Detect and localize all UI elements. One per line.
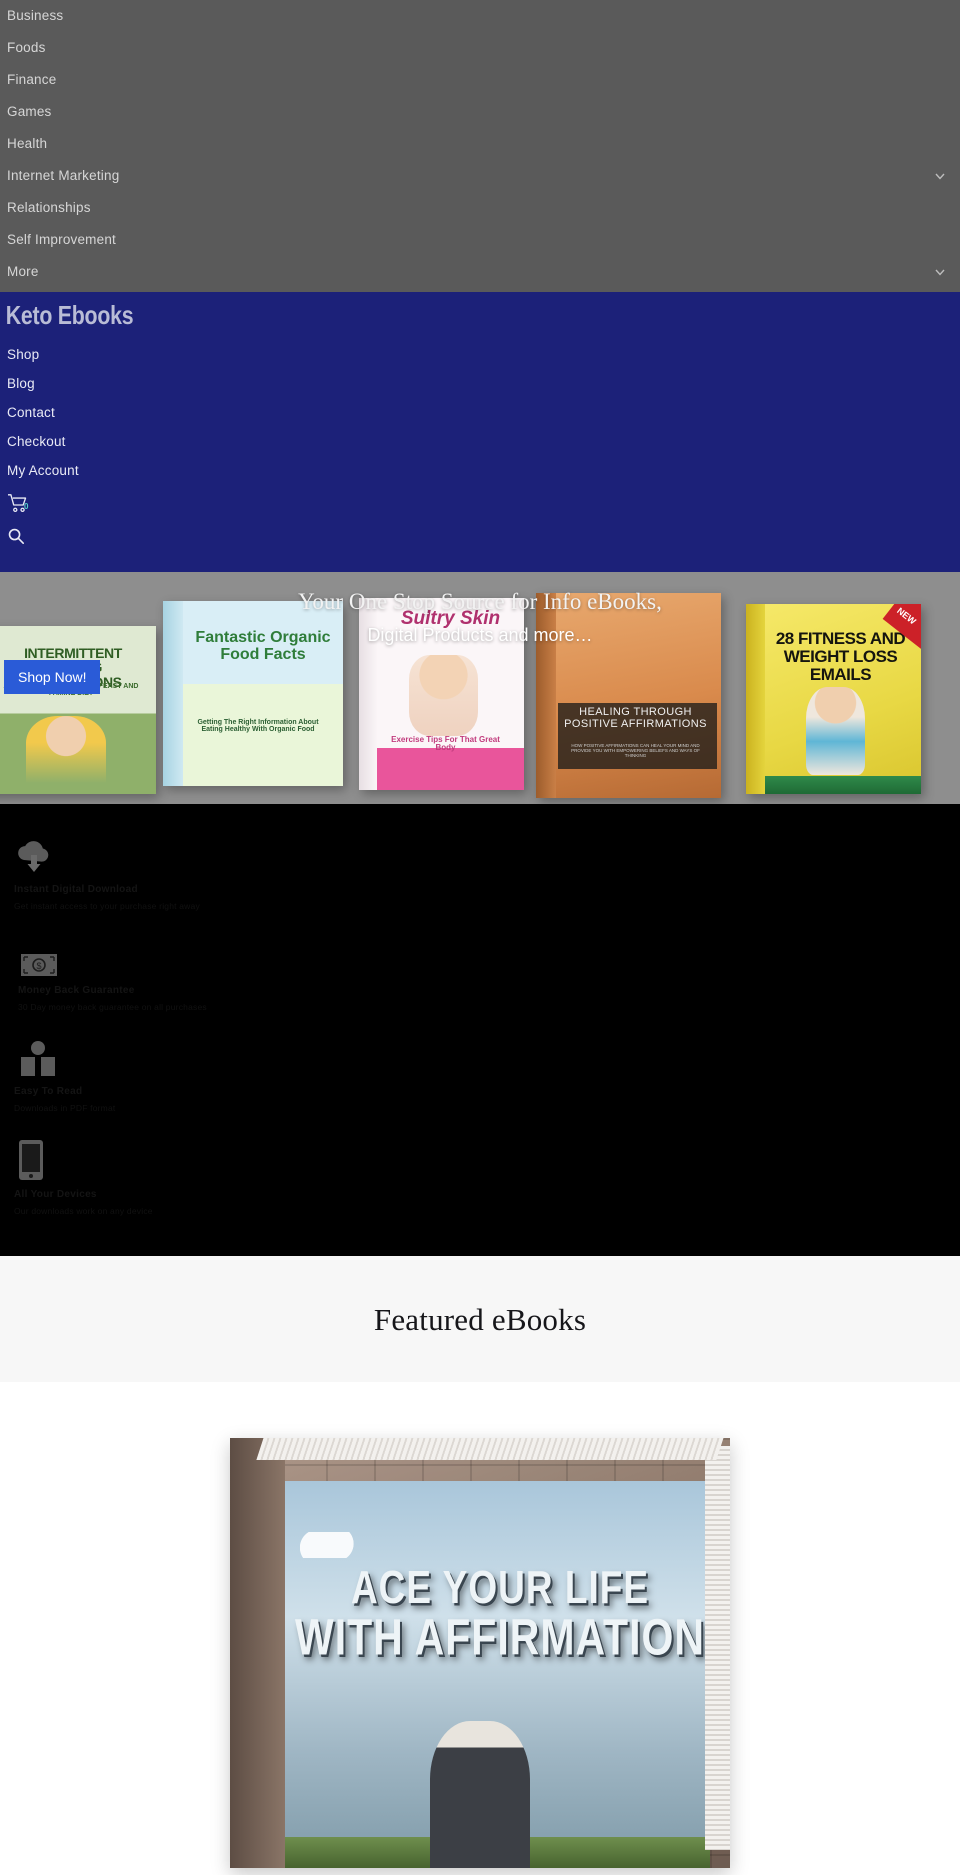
open-book-icon	[14, 1038, 960, 1078]
category-label: Internet Marketing	[7, 168, 120, 184]
category-label: Games	[7, 104, 52, 120]
category-item-relationships[interactable]: Relationships	[0, 192, 960, 224]
hero-book-5-title: 28 FITNESS AND WEIGHT LOSS EMAILS	[775, 629, 906, 684]
hero-book-4[interactable]: HEALING THROUGH POSITIVE AFFIRMATIONS HO…	[536, 572, 740, 804]
hero-book-4-subtitle: HOW POSITIVE AFFIRMATIONS CAN HEAL YOUR …	[571, 743, 700, 758]
featured-products: ACE YOUR LIFE WITH AFFIRMATION	[0, 1381, 960, 1868]
category-label: Foods	[7, 40, 46, 56]
category-label: Self Improvement	[7, 232, 116, 248]
category-item-foods[interactable]: Foods	[0, 32, 960, 64]
chevron-down-icon[interactable]	[934, 170, 946, 182]
category-label: Business	[7, 8, 64, 24]
features-section: Instant Digital Download Get instant acc…	[0, 803, 960, 1256]
product-cover-line2: WITH AFFIRMATION	[295, 1607, 705, 1666]
feature-title: Easy To Read	[14, 1085, 83, 1097]
chevron-down-icon[interactable]	[934, 266, 946, 278]
category-label: Relationships	[7, 200, 91, 216]
feature-title: All Your Devices	[14, 1188, 97, 1200]
hero-book-2[interactable]: Fantastic Organic Food Facts Getting The…	[163, 572, 365, 804]
product-cover-line1: ACE YOUR LIFE	[350, 1561, 650, 1613]
cart-count-badge: 0	[24, 501, 29, 511]
hero-book-2-subtitle: Getting The Right Information About Eati…	[197, 718, 319, 734]
feature-title: Instant Digital Download	[14, 883, 138, 895]
category-item-games[interactable]: Games	[0, 96, 960, 128]
category-label: More	[7, 264, 39, 280]
book-page-edge	[705, 1446, 730, 1851]
category-item-business[interactable]: Business	[0, 0, 960, 32]
site-logo[interactable]: Keto Ebooks	[0, 299, 787, 332]
hero-book-5[interactable]: 28 FITNESS AND WEIGHT LOSS EMAILS NEW	[740, 572, 960, 804]
category-item-more[interactable]: More	[0, 256, 960, 288]
hero-book-strip: INTERMITTENT FASTING FOUNDATIONS AN INTR…	[0, 572, 960, 804]
hero-book-2-title: Fantastic Organic Food Facts	[195, 629, 331, 663]
feature-desc: Downloads in PDF format	[14, 1102, 116, 1113]
money-icon: $	[14, 937, 960, 977]
product-card-ace-your-life[interactable]: ACE YOUR LIFE WITH AFFIRMATION	[230, 1437, 730, 1868]
nav-item-shop[interactable]: Shop	[0, 340, 960, 369]
feature-desc: 30 Day money back guarantee on all purch…	[18, 1001, 207, 1012]
hero-book-3-subtitle: Exercise Tips For That Great Body	[391, 734, 500, 753]
search-icon	[8, 528, 25, 544]
cart-row: 0	[0, 485, 960, 518]
nav-item-my-account[interactable]: My Account	[0, 456, 960, 485]
feature-title: Money Back Guarantee	[18, 984, 135, 996]
cloud-download-icon	[14, 836, 960, 876]
book-top-edge	[256, 1437, 724, 1459]
page-title: Featured eBooks	[373, 1301, 587, 1337]
book-spine	[230, 1437, 285, 1868]
nav-item-contact[interactable]: Contact	[0, 398, 960, 427]
feature-all-devices: All Your Devices Our downloads work on a…	[0, 1123, 960, 1226]
feature-desc: Get instant access to your purchase righ…	[14, 900, 200, 911]
category-item-finance[interactable]: Finance	[0, 64, 960, 96]
hero-book-4-title: HEALING THROUGH POSITIVE AFFIRMATIONS	[564, 706, 707, 730]
site-header: Keto Ebooks Shop Blog Contact Checkout M…	[0, 292, 960, 572]
featured-section: Featured eBooks	[0, 1255, 960, 1382]
hero-banner: INTERMITTENT FASTING FOUNDATIONS AN INTR…	[0, 571, 960, 804]
person-illustration	[430, 1721, 530, 1868]
category-item-internet-marketing[interactable]: Internet Marketing	[0, 160, 960, 192]
cloud-decoration	[300, 1532, 360, 1559]
search-row	[0, 518, 960, 550]
feature-easy-to-read: Easy To Read Downloads in PDF format	[0, 1022, 960, 1123]
feature-instant-download: Instant Digital Download Get instant acc…	[0, 830, 960, 921]
mobile-phone-icon	[14, 1139, 960, 1181]
search-button[interactable]	[7, 528, 25, 549]
category-menu: Business Foods Finance Games Health Inte…	[0, 0, 960, 292]
nav-item-checkout[interactable]: Checkout	[0, 427, 960, 456]
category-item-self-improvement[interactable]: Self Improvement	[0, 224, 960, 256]
category-item-health[interactable]: Health	[0, 128, 960, 160]
main-nav: Shop Blog Contact Checkout My Account	[0, 340, 960, 485]
nav-item-blog[interactable]: Blog	[0, 369, 960, 398]
shop-now-button[interactable]: Shop Now!	[4, 659, 101, 694]
cart-button[interactable]: 0	[7, 493, 29, 518]
svg-text:$: $	[36, 961, 41, 971]
category-label: Health	[7, 136, 48, 152]
feature-desc: Our downloads work on any device	[14, 1205, 153, 1216]
hero-book-3-title: Sultry Skin	[400, 608, 501, 630]
feature-money-back: $ Money Back Guarantee 30 Day money back…	[0, 921, 960, 1022]
category-label: Finance	[7, 72, 57, 88]
hero-book-3[interactable]: Sultry Skin Exercise Tips For That Great…	[359, 572, 540, 804]
